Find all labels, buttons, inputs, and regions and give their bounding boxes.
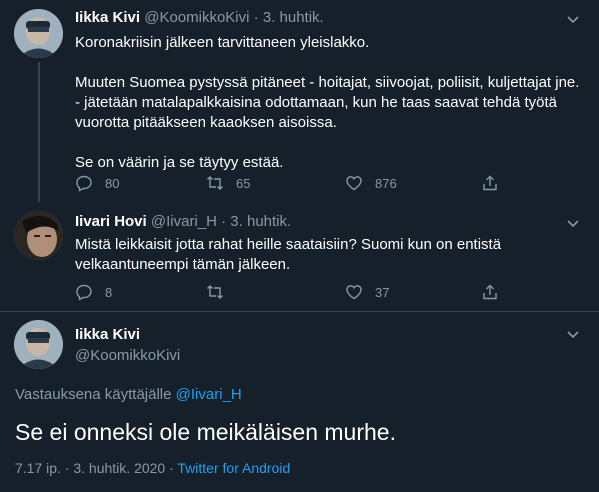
share-icon	[483, 284, 497, 300]
chevron-down-icon[interactable]	[565, 215, 581, 231]
share-icon	[483, 175, 497, 191]
reply-to-link[interactable]: @Iivari_H	[176, 386, 242, 403]
author-name[interactable]: Iivari Hovi	[75, 213, 147, 230]
reply-button[interactable]: 8	[75, 282, 112, 302]
retweet-count: 65	[236, 175, 251, 191]
separator: ·	[253, 9, 259, 26]
tweet-text: Mistä leikkaisit jotta rahat heille saat…	[75, 236, 502, 273]
reply-button[interactable]: 80	[75, 173, 119, 193]
tweet-header: Iikka Kivi @KoomikkoKivi · 3. huhtik.	[75, 9, 324, 26]
retweet-button[interactable]: 65	[206, 173, 250, 193]
tweet-actions: 8 37	[75, 282, 505, 302]
tweet-header: Iivari Hovi @Iivari_H · 3. huhtik.	[75, 213, 291, 230]
like-count: 876	[375, 175, 397, 191]
reply-count: 8	[105, 284, 113, 300]
chevron-down-icon[interactable]	[565, 326, 581, 342]
like-button[interactable]: 37	[345, 282, 389, 302]
main-tweet-text: Se ei onneksi ole meikäläisen murhe.	[15, 419, 396, 445]
avatar[interactable]	[14, 211, 63, 260]
retweet-icon	[207, 176, 223, 190]
focused-tweet: Iikka Kivi @KoomikkoKivi Vastauksena käy…	[0, 312, 599, 492]
like-button[interactable]: 876	[345, 173, 397, 193]
thread-line	[38, 62, 40, 202]
reply-prefix: Vastauksena käyttäjälle	[15, 386, 172, 403]
reply-icon	[76, 284, 92, 301]
share-button[interactable]	[481, 282, 499, 302]
source-link[interactable]: Twitter for Android	[177, 460, 290, 476]
author-handle[interactable]: @KoomikkoKivi	[144, 9, 249, 26]
reply-icon	[76, 175, 92, 192]
avatar[interactable]	[14, 9, 63, 58]
retweet-icon	[207, 285, 223, 299]
tweet-date[interactable]: 3. huhtik.	[230, 213, 291, 230]
share-button[interactable]	[481, 173, 499, 193]
tweet-item[interactable]: Iivari Hovi @Iivari_H · 3. huhtik. Mistä…	[0, 202, 599, 312]
reply-context: Vastauksena käyttäjälle @Iivari_H	[15, 386, 242, 403]
author-handle[interactable]: @KoomikkoKivi	[75, 347, 180, 364]
tweet-item[interactable]: Iikka Kivi @KoomikkoKivi · 3. huhtik. Ko…	[0, 0, 599, 202]
reply-count: 80	[105, 175, 120, 191]
heart-icon	[346, 176, 362, 191]
chevron-down-icon[interactable]	[565, 11, 581, 27]
heart-icon	[346, 285, 362, 300]
avatar[interactable]	[14, 320, 63, 369]
tweet-text: Koronakriisin jälkeen tarvittaneen yleis…	[75, 34, 580, 171]
tweet-meta: 7.17 ip. · 3. huhtik. 2020 · Twitter for…	[15, 460, 290, 476]
separator: ·	[221, 213, 227, 230]
like-count: 37	[375, 284, 390, 300]
author-name[interactable]: Iikka Kivi	[75, 9, 140, 26]
author-handle[interactable]: @Iivari_H	[151, 213, 217, 230]
timestamp[interactable]: 7.17 ip. · 3. huhtik. 2020 ·	[15, 460, 174, 476]
retweet-button[interactable]	[206, 282, 236, 302]
author-name[interactable]: Iikka Kivi	[75, 326, 140, 343]
tweet-actions: 80 65 876	[75, 173, 505, 193]
tweet-date[interactable]: 3. huhtik.	[263, 9, 324, 26]
